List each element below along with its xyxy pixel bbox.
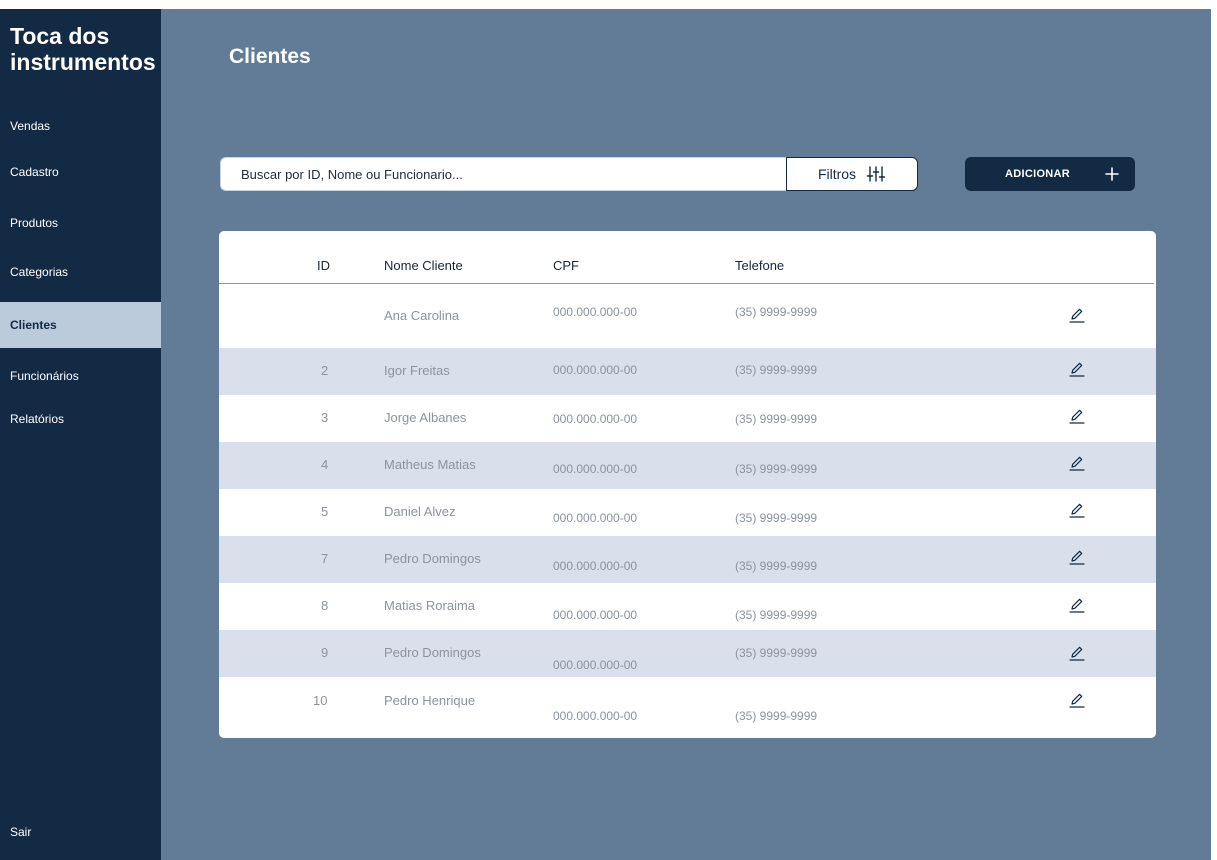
plus-icon (1105, 167, 1119, 181)
cell-cpf: 000.000.000-00 (553, 559, 638, 573)
table-row: 7 Pedro Domingos 000.000.000-00 (35) 999… (219, 536, 1156, 583)
cell-phone: (35) 9999-9999 (735, 511, 818, 525)
cell-phone: (35) 9999-9999 (735, 709, 818, 723)
cell-cpf: 000.000.000-00 (553, 511, 638, 525)
column-header-cpf: CPF (553, 258, 579, 273)
column-header-name: Nome Cliente (384, 258, 463, 273)
cell-id: 5 (321, 504, 329, 519)
sidebar-item-label: Produtos (10, 216, 59, 230)
sidebar-item-clientes[interactable]: Clientes (0, 302, 161, 348)
pencil-icon[interactable] (1068, 501, 1086, 519)
cell-cpf: 000.000.000-00 (553, 709, 638, 723)
table-row: 4 Matheus Matias 000.000.000-00 (35) 999… (219, 442, 1156, 489)
cell-cpf: 000.000.000-00 (553, 412, 638, 426)
sidebar-item-label: Sair (10, 825, 32, 839)
cell-name: Daniel Alvez (384, 504, 456, 519)
cell-name: Matias Roraima (384, 598, 476, 613)
add-button[interactable]: ADICIONAR (965, 157, 1135, 191)
sidebar-item-sair[interactable]: Sair (0, 809, 161, 855)
cell-name: Igor Freitas (384, 363, 450, 378)
pencil-icon[interactable] (1068, 360, 1086, 378)
cell-phone: (35) 9999-9999 (735, 559, 818, 573)
sidebar-item-relatorios[interactable]: Relatórios (0, 396, 161, 442)
column-header-phone: Telefone (735, 258, 785, 273)
table-row: 9 Pedro Domingos 000.000.000-00 (35) 999… (219, 630, 1156, 677)
cell-id: 3 (321, 410, 329, 425)
sidebar-item-label: Relatórios (10, 412, 65, 426)
sidebar-item-vendas[interactable]: Vendas (0, 103, 161, 149)
sliders-icon (866, 166, 886, 182)
cell-cpf: 000.000.000-00 (553, 305, 638, 319)
table-row: 5 Daniel Alvez 000.000.000-00 (35) 9999-… (219, 489, 1156, 536)
sidebar: Toca dos instrumentos Vendas Cadastro Pr… (0, 9, 161, 860)
table-row: 8 Matias Roraima 000.000.000-00 (35) 999… (219, 583, 1156, 630)
cell-phone: (35) 9999-9999 (735, 608, 818, 622)
cell-id: 7 (321, 551, 329, 566)
cell-name: Pedro Domingos (384, 551, 481, 566)
pencil-icon[interactable] (1068, 306, 1086, 324)
table-row: 3 Jorge Albanes 000.000.000-00 (35) 9999… (219, 395, 1156, 442)
filter-button[interactable]: Filtros (786, 157, 918, 191)
cell-cpf: 000.000.000-00 (553, 608, 638, 622)
pencil-icon[interactable] (1068, 691, 1086, 709)
sidebar-item-cadastro[interactable]: Cadastro (0, 149, 161, 195)
pencil-icon[interactable] (1068, 454, 1086, 472)
cell-id: 2 (321, 363, 329, 378)
cell-name: Pedro Henrique (384, 693, 476, 708)
cell-id: 8 (321, 598, 329, 613)
clients-table: ID Nome Cliente CPF Telefone Ana Carolin… (219, 231, 1156, 738)
brand-title: Toca dos instrumentos (10, 23, 156, 75)
sidebar-item-label: Funcionários (10, 369, 79, 383)
cell-id: 4 (321, 457, 329, 472)
table-header: ID Nome Cliente CPF Telefone (219, 231, 1156, 284)
sidebar-item-categorias[interactable]: Categorias (0, 249, 161, 295)
pencil-icon[interactable] (1068, 596, 1086, 614)
sidebar-item-produtos[interactable]: Produtos (0, 200, 161, 246)
pencil-icon[interactable] (1068, 407, 1086, 425)
add-button-label: ADICIONAR (1005, 168, 1071, 180)
cell-phone: (35) 9999-9999 (735, 462, 818, 476)
table-row: 2 Igor Freitas 000.000.000-00 (35) 9999-… (219, 348, 1156, 395)
cell-name: Ana Carolina (384, 308, 460, 323)
cell-phone: (35) 9999-9999 (735, 412, 818, 426)
cell-cpf: 000.000.000-00 (553, 658, 638, 672)
cell-name: Matheus Matias (384, 457, 476, 472)
sidebar-item-label: Categorias (10, 265, 69, 279)
column-header-id: ID (317, 258, 330, 273)
table-row: Ana Carolina 000.000.000-00 (35) 9999-99… (219, 284, 1156, 331)
sidebar-item-label: Cadastro (10, 165, 59, 179)
cell-phone: (35) 9999-9999 (735, 646, 818, 660)
pencil-icon[interactable] (1068, 644, 1086, 662)
filter-button-label: Filtros (817, 166, 857, 182)
cell-name: Pedro Domingos (384, 645, 481, 660)
table-row: 10 Pedro Henrique 000.000.000-00 (35) 99… (219, 677, 1156, 738)
app-frame: Toca dos instrumentos Vendas Cadastro Pr… (0, 9, 1211, 860)
sidebar-item-label: Vendas (10, 119, 51, 133)
pencil-icon[interactable] (1068, 548, 1086, 566)
cell-cpf: 000.000.000-00 (553, 363, 638, 377)
cell-phone: (35) 9999-9999 (735, 305, 818, 319)
cell-cpf: 000.000.000-00 (553, 462, 638, 476)
cell-phone: (35) 9999-9999 (735, 363, 818, 377)
page-title: Clientes (229, 45, 311, 68)
search-input[interactable] (220, 157, 786, 191)
cell-id: 10 (313, 693, 328, 708)
sidebar-item-label: Clientes (10, 318, 57, 332)
sidebar-item-funcionarios[interactable]: Funcionários (0, 353, 161, 399)
cell-id: 9 (321, 645, 329, 660)
cell-name: Jorge Albanes (384, 410, 467, 425)
